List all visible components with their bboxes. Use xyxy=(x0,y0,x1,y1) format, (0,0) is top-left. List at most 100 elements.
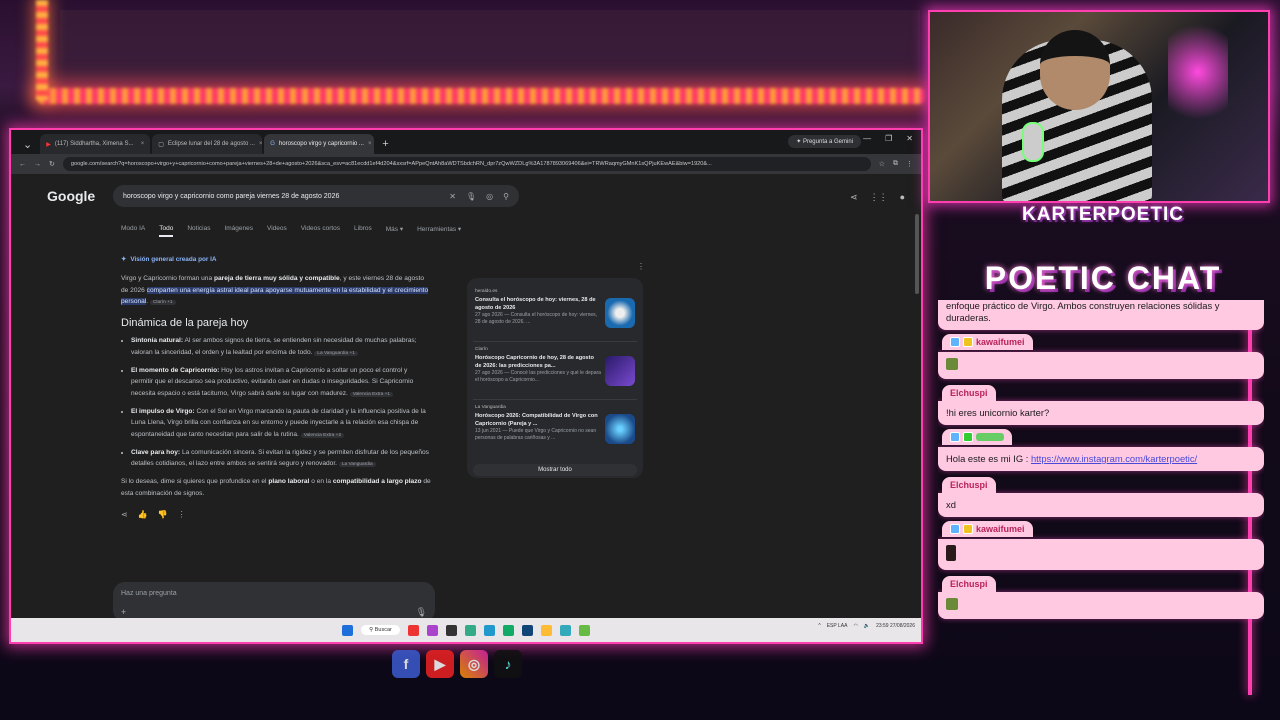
restore-button[interactable]: ❐ xyxy=(885,134,892,143)
sparkle-icon: ✦ xyxy=(121,256,127,263)
star-icon[interactable]: ☆ xyxy=(879,160,885,168)
close-icon[interactable]: × xyxy=(368,141,372,147)
chevron-up-icon[interactable]: ^ xyxy=(818,623,820,629)
webcam-feed xyxy=(928,10,1270,203)
tab-label: (117) Siddhartha, Ximena S... xyxy=(54,141,134,147)
chat-message: Elchuspi xd xyxy=(938,475,1264,517)
tab-videos[interactable]: Videos xyxy=(267,225,287,237)
tab-mas[interactable]: Más ▾ xyxy=(386,225,403,237)
source-snippet: 27 ago 2026 — Consulta el horóscopo de h… xyxy=(475,312,598,325)
source-chip[interactable]: La Vanguardia +1 xyxy=(314,350,358,356)
search-input[interactable]: horoscopo virgo y capricornio como parej… xyxy=(113,185,519,207)
ai-more-icon[interactable]: ⋮ xyxy=(637,262,645,271)
apps-icon[interactable]: ⋮⋮ xyxy=(870,192,888,203)
url-field[interactable]: google.com/search?q=horoscopo+virgo+y+ca… xyxy=(62,157,871,171)
more-icon[interactable]: ⋮ xyxy=(178,509,186,520)
tab-search-icon[interactable]: ⌄ xyxy=(17,134,38,154)
show-all-button[interactable]: Mostrar todo xyxy=(473,464,637,476)
tab-horoscopo[interactable]: Ghoroscopo virgo y capricornio ... × xyxy=(264,134,375,154)
google-logo[interactable]: Google xyxy=(47,188,95,204)
menu-icon[interactable]: ⋮ xyxy=(906,160,913,168)
app-icon[interactable] xyxy=(426,624,438,636)
tab-videos-cortos[interactable]: Videos cortos xyxy=(301,225,340,237)
store-icon[interactable] xyxy=(521,624,533,636)
chat-username[interactable]: Elchuspi xyxy=(942,385,996,401)
new-tab-button[interactable]: + xyxy=(376,134,394,154)
close-window-button[interactable]: ✕ xyxy=(906,134,913,143)
mic-icon[interactable]: 🎙 xyxy=(466,192,476,201)
tab-herramientas[interactable]: Herramientas ▾ xyxy=(417,225,461,237)
lens-icon[interactable]: ◎ xyxy=(486,192,493,201)
source-publisher: Clarín xyxy=(475,347,488,352)
ask-gemini-button[interactable]: ✦ Pregunta a Gemini xyxy=(788,135,861,148)
close-icon[interactable]: × xyxy=(141,141,145,147)
windows-start-icon[interactable] xyxy=(342,624,354,636)
chat-username[interactable]: Elchuspi xyxy=(942,477,996,493)
clock[interactable]: 23:59 27/08/2026 xyxy=(876,623,915,629)
message-body xyxy=(938,592,1264,619)
outro-text: Si lo deseas, dime si quieres que profun… xyxy=(121,478,269,486)
tab-modo-ia[interactable]: Modo IA xyxy=(121,225,145,237)
address-bar: ← → ↻ google.com/search?q=horoscopo+virg… xyxy=(11,154,921,174)
app-icon[interactable] xyxy=(559,624,571,636)
tab-noticias[interactable]: Noticias xyxy=(187,225,210,237)
edge-icon[interactable] xyxy=(502,624,514,636)
close-icon[interactable]: × xyxy=(259,141,262,147)
back-icon[interactable]: ← xyxy=(19,161,26,168)
avatar[interactable]: ● xyxy=(900,192,905,203)
clear-icon[interactable]: ✕ xyxy=(449,192,456,201)
instagram-icon: ◎ xyxy=(460,650,488,678)
app-icon[interactable] xyxy=(407,624,419,636)
minimize-button[interactable]: — xyxy=(863,134,871,143)
source-chip[interactable]: La Vanguardia xyxy=(338,462,376,468)
app-icon[interactable] xyxy=(578,624,590,636)
source-chip[interactable]: Valencia Extra +1 xyxy=(349,391,394,397)
source-card[interactable]: heraldo.es Consulta el horóscopo de hoy: … xyxy=(473,284,637,342)
language-indicator[interactable]: ESP LAA xyxy=(827,623,848,629)
chat-message: Hola este es mi IG : https://www.instagr… xyxy=(938,429,1264,471)
time-text: 23:59 xyxy=(876,623,889,629)
plus-icon[interactable]: + xyxy=(121,607,126,618)
chat-username[interactable]: Elchuspi xyxy=(942,576,996,592)
tab-youtube[interactable]: ▶ (117) Siddhartha, Ximena S... × xyxy=(40,134,151,154)
bullet-title: Sintonía natural: xyxy=(131,337,184,345)
chat-username[interactable] xyxy=(942,429,1012,445)
led-strip-vertical xyxy=(36,0,48,100)
microphone xyxy=(1022,122,1044,162)
share-icon[interactable]: ⋖ xyxy=(121,509,128,520)
source-chip[interactable]: Clarín +1 xyxy=(149,299,176,305)
thumbs-up-icon[interactable]: 👍 xyxy=(138,509,148,520)
mic-icon[interactable]: 🎙 xyxy=(416,607,427,618)
search-icon[interactable]: ⚲ xyxy=(503,192,509,201)
wifi-icon[interactable]: ◠ xyxy=(853,623,857,629)
ask-question-input[interactable]: Haz una pregunta + 🎙 xyxy=(113,582,435,622)
share-icon[interactable]: ⋖ xyxy=(850,192,858,203)
emote-icon xyxy=(946,545,956,561)
extensions-icon[interactable]: ⧉ xyxy=(893,160,898,168)
facebook-icon: f xyxy=(392,650,420,678)
tab-eclipse[interactable]: ▢ Eclipse lunar del 28 de agosto ... × xyxy=(152,134,263,154)
thumbs-down-icon[interactable]: 👎 xyxy=(158,509,168,520)
source-card[interactable]: La Vanguardia Horóscopo 2026: Compatibili… xyxy=(473,400,637,458)
tab-imagenes[interactable]: Imágenes xyxy=(224,225,253,237)
app-icon[interactable] xyxy=(483,624,495,636)
tab-todo[interactable]: Todo xyxy=(159,225,174,237)
tab-label: Eclipse lunar del 28 de agosto ... xyxy=(167,141,255,147)
chat-username[interactable]: kawaifumei xyxy=(942,334,1033,350)
reload-icon[interactable]: ↻ xyxy=(49,160,55,168)
forward-icon[interactable]: → xyxy=(34,161,41,168)
youtube-icon: ▶ xyxy=(46,141,51,148)
tab-libros[interactable]: Libros xyxy=(354,225,372,237)
folder-icon[interactable] xyxy=(540,624,552,636)
instagram-link[interactable]: https://www.instagram.com/karterpoetic/ xyxy=(1031,453,1197,464)
chat-username[interactable]: kawaifumei xyxy=(942,521,1033,537)
source-title: Consulta el horóscopo de hoy: viernes, 2… xyxy=(475,297,596,311)
source-chip[interactable]: Valencia Extra +2 xyxy=(300,432,345,438)
scrollbar[interactable] xyxy=(915,214,919,294)
source-card[interactable]: Clarín Horóscopo Capricornio de hoy, 28 d… xyxy=(473,342,637,400)
chrome-icon[interactable] xyxy=(464,624,476,636)
volume-icon[interactable]: 🔈 xyxy=(864,623,870,629)
taskbar-search[interactable]: ⚲ Buscar xyxy=(361,625,400,635)
app-icon[interactable] xyxy=(445,624,457,636)
ai-overview: ✦ Visión general creada por IA Virgo y Ca… xyxy=(121,254,431,520)
